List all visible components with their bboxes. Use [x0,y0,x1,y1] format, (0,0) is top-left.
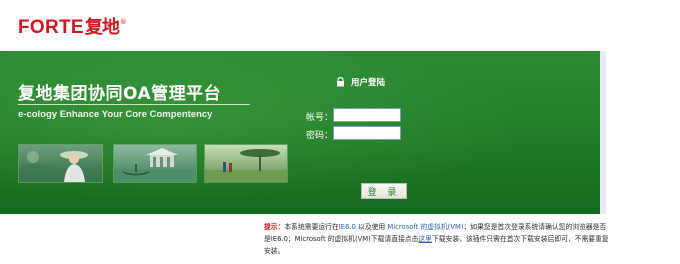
lock-icon [336,76,345,87]
notice-lead: 提示： [264,223,285,231]
vm-name: Microsoft 的虚拟机(VM) [387,223,464,231]
platform-title: 复地集团协同OA管理平台 [18,84,222,104]
title-divider [18,104,250,105]
username-label: 帐号： [306,113,334,123]
notice-text-1: 本系统需要运行在 [284,223,339,231]
ie-version: IE6.0 [338,223,356,231]
login-button[interactable]: 登 录 [361,183,407,199]
platform-subtitle: e-cology Enhance Your Core Compentency [18,109,213,120]
system-notice: 提示：本系统需要运行在IE6.0 以及使用 Microsoft 的虚拟机(VM)… [264,221,610,257]
brand-logo: FORTE 复地 ® [18,17,127,39]
password-label: 密码： [306,131,334,141]
registered-mark: ® [119,18,127,26]
login-banner [0,51,600,214]
photo-tree-walkers [204,144,288,183]
login-heading-text: 用户登陆 [351,78,386,88]
photo-girl-in-hat [18,144,103,183]
photo-boat-pavilion [113,144,197,183]
brand-name-cn: 复地 [84,17,120,38]
download-link[interactable]: 这里 [418,235,432,243]
banner-edge [600,51,606,214]
login-heading: 用户登陆 [336,76,385,88]
password-field[interactable] [333,126,401,140]
notice-text-2: 以及使用 [358,223,386,231]
username-field[interactable] [333,108,401,122]
brand-name-en: FORTE [18,17,84,38]
